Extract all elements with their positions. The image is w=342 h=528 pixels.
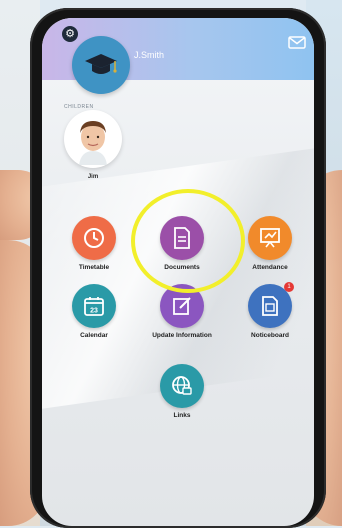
tile-links[interactable]: Links	[142, 364, 222, 420]
tile-label: Noticeboard	[251, 332, 289, 339]
child-photo	[67, 113, 119, 165]
school-logo	[72, 36, 130, 94]
notification-badge: 1	[284, 282, 294, 292]
attendance-button[interactable]	[248, 216, 292, 260]
gear-icon[interactable]: ⚙	[62, 26, 78, 42]
calendar-number: 23	[90, 308, 98, 315]
tile-label: Calendar	[80, 332, 108, 339]
tile-calendar[interactable]: 23 Calendar	[54, 284, 134, 340]
presentation-icon	[260, 228, 280, 248]
calendar-button[interactable]: 23	[72, 284, 116, 328]
edit-icon	[173, 297, 191, 315]
child-avatar[interactable]	[64, 110, 122, 168]
tile-timetable[interactable]: Timetable	[54, 216, 134, 272]
tile-label: Attendance	[252, 264, 288, 271]
timetable-button[interactable]	[72, 216, 116, 260]
children-section-label: CHILDREN	[64, 104, 94, 110]
tile-noticeboard[interactable]: 1 Noticeboard	[230, 282, 310, 340]
highlight-circle	[131, 189, 245, 293]
clock-icon	[84, 228, 104, 248]
graduation-cap-icon	[85, 54, 117, 74]
user-name: J.Smith	[134, 50, 165, 60]
tile-label: Links	[173, 412, 191, 419]
tile-label: Timetable	[78, 264, 110, 271]
globe-icon	[172, 376, 192, 395]
mail-icon[interactable]	[288, 36, 306, 54]
noticeboard-icon	[262, 296, 278, 316]
links-button[interactable]	[160, 364, 204, 408]
calendar-icon: 23	[84, 297, 104, 316]
tile-label: Update Information	[152, 332, 212, 339]
child-name: Jim	[87, 174, 99, 180]
noticeboard-button[interactable]: 1	[248, 282, 294, 328]
